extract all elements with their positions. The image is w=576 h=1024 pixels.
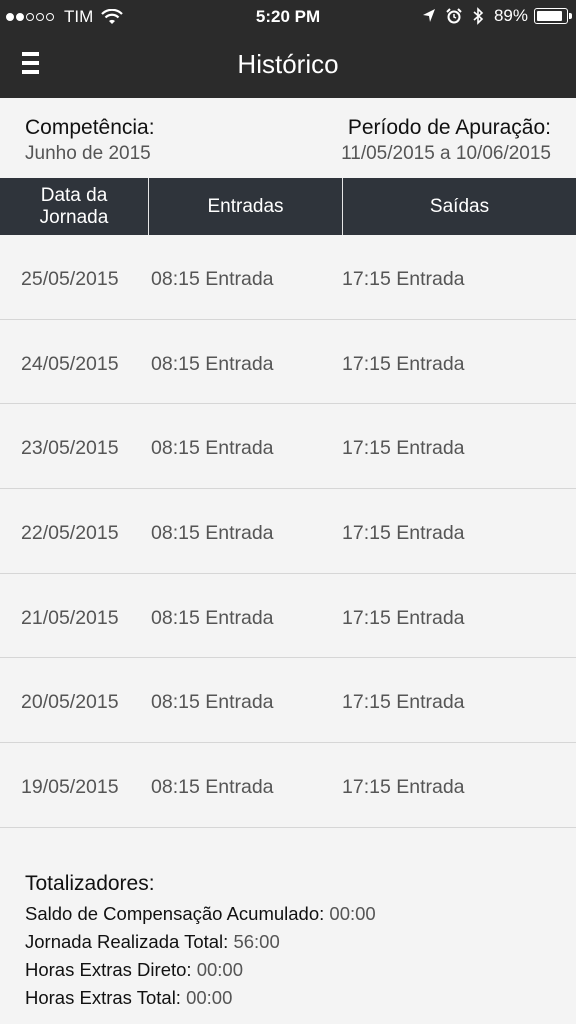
row-entrada: 08:15 Entrada — [151, 691, 274, 714]
row-date: 20/05/2015 — [21, 691, 119, 714]
row-entrada: 08:15 Entrada — [151, 776, 274, 799]
status-right: 89% — [412, 6, 572, 26]
battery-percent: 89% — [493, 6, 528, 25]
periodo-label: Período de Apuração: — [347, 116, 551, 139]
table-header: Data da Jornada Entradas Saídas — [0, 178, 576, 235]
total-horas-extras-total: Horas Extras Total: 00:00 — [25, 986, 565, 1014]
totals-title: Totalizadores: — [25, 872, 155, 895]
bluetooth-icon — [473, 7, 484, 25]
row-date: 19/05/2015 — [21, 776, 119, 799]
row-saida: 17:15 Entrada — [342, 437, 465, 460]
competencia-label: Competência: — [25, 116, 155, 139]
row-saida: 17:15 Entrada — [342, 691, 465, 714]
row-date: 25/05/2015 — [21, 268, 119, 290]
row-saida: 17:15 Entrada — [342, 268, 465, 290]
status-bar: TIM 5:20 PM 89% — [0, 0, 576, 34]
row-saida: 17:15 Entrada — [342, 522, 465, 545]
battery-fill — [537, 11, 562, 21]
row-date: 22/05/2015 — [21, 522, 119, 545]
total-saldo-compensacao: Saldo de Compensação Acumulado: 00:00 — [25, 902, 565, 930]
battery-icon — [534, 8, 572, 24]
period-info: Competência: Junho de 2015 Período de Ap… — [0, 98, 576, 178]
total-label: Jornada Realizada Total: — [25, 931, 234, 952]
row-entrada: 08:15 Entrada — [151, 268, 274, 290]
alarm-icon — [446, 8, 462, 24]
history-list: 25/05/2015 08:15 Entrada 17:15 Entrada 2… — [0, 235, 576, 828]
row-entrada: 08:15 Entrada — [151, 437, 274, 460]
location-arrow-icon — [422, 9, 435, 22]
row-saida: 17:15 Entrada — [342, 606, 465, 629]
total-label: Horas Extras Total: — [25, 987, 187, 1008]
table-row[interactable]: 20/05/2015 08:15 Entrada 17:15 Entrada — [0, 658, 576, 744]
total-value: 56:00 — [233, 931, 280, 952]
column-header-entradas: Entradas — [149, 178, 343, 235]
battery-nub — [569, 13, 572, 19]
column-header-date: Data da Jornada — [0, 178, 149, 235]
column-header-saidas: Saídas — [429, 195, 490, 217]
total-value: 00:00 — [329, 903, 376, 924]
row-saida: 17:15 Entrada — [342, 352, 465, 375]
total-jornada-realizada: Jornada Realizada Total: 56:00 — [25, 930, 565, 958]
total-value: 00:00 — [196, 959, 243, 980]
table-row[interactable]: 19/05/2015 08:15 Entrada 17:15 Entrada — [0, 743, 576, 828]
total-label: Horas Extras Direto: — [25, 959, 197, 980]
table-row[interactable]: 21/05/2015 08:15 Entrada 17:15 Entrada — [0, 574, 576, 659]
totals-section: Totalizadores: Saldo de Compensação Acum… — [25, 872, 565, 1014]
row-entrada: 08:15 Entrada — [151, 606, 274, 629]
page-title: Histórico — [237, 49, 339, 79]
table-row[interactable]: 25/05/2015 08:15 Entrada 17:15 Entrada — [0, 235, 576, 320]
row-entrada: 08:15 Entrada — [151, 522, 274, 545]
total-horas-extras-direto: Horas Extras Direto: 00:00 — [25, 958, 565, 986]
row-date: 24/05/2015 — [21, 352, 119, 375]
total-label: Saldo de Compensação Acumulado: — [25, 903, 330, 924]
navigation-bar: Histórico — [0, 34, 576, 98]
row-date: 21/05/2015 — [21, 606, 119, 629]
competencia-value: Junho de 2015 — [25, 143, 151, 164]
total-value: 00:00 — [186, 987, 233, 1008]
table-row[interactable]: 23/05/2015 08:15 Entrada 17:15 Entrada — [0, 404, 576, 490]
row-date: 23/05/2015 — [21, 437, 119, 460]
row-entrada: 08:15 Entrada — [151, 352, 274, 375]
row-saida: 17:15 Entrada — [342, 776, 465, 799]
table-row[interactable]: 22/05/2015 08:15 Entrada 17:15 Entrada — [0, 489, 576, 574]
table-row[interactable]: 24/05/2015 08:15 Entrada 17:15 Entrada — [0, 320, 576, 405]
periodo-value: 11/05/2015 a 10/06/2015 — [341, 143, 551, 164]
